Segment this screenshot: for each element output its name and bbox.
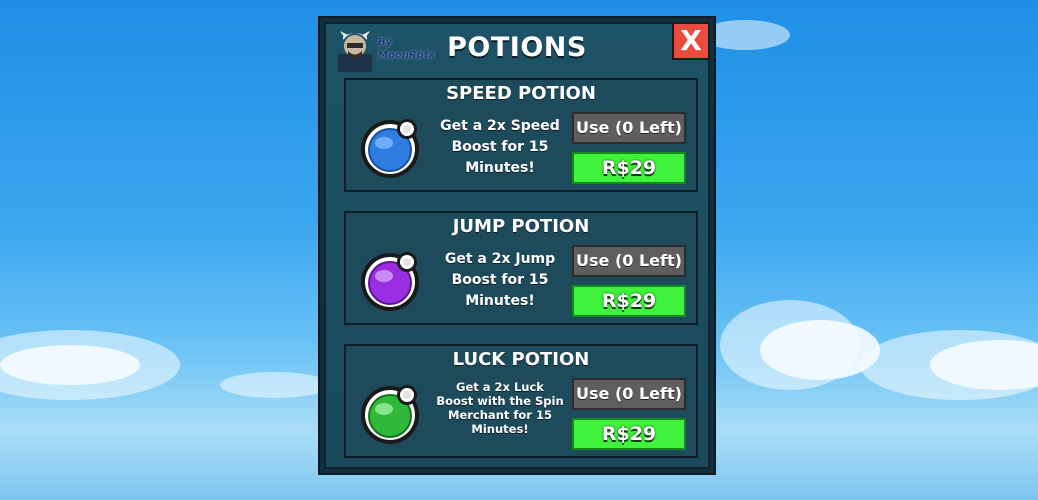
buy-potion-button[interactable]: R$29 <box>572 152 686 184</box>
buy-potion-button[interactable]: R$29 <box>572 285 686 317</box>
potion-title: LUCK POTION <box>452 349 590 370</box>
buy-potion-button[interactable]: R$29 <box>572 418 686 450</box>
blue-potion-icon <box>361 119 419 178</box>
potion-title: SPEED POTION <box>446 83 596 104</box>
use-potion-button[interactable]: Use (0 Left) <box>572 245 686 277</box>
potion-description: Get a 2x Speed Boost for 15 Minutes! <box>440 118 560 176</box>
use-potion-button[interactable]: Use (0 Left) <box>572 378 686 410</box>
potions-panel: By MoonRbtx POTIONS X SPEED POTION Get a… <box>324 22 710 469</box>
potion-description: Get a 2x Luck Boost with the Spin Mercha… <box>436 380 564 436</box>
potion-card-jump: JUMP POTION Get a 2x Jump Boost for 15 M… <box>344 211 698 325</box>
close-button[interactable]: X <box>672 22 710 60</box>
purple-potion-icon <box>361 252 419 311</box>
use-potion-button[interactable]: Use (0 Left) <box>572 112 686 144</box>
potion-card-speed: SPEED POTION Get a 2x Speed Boost for 15… <box>344 78 698 192</box>
potion-title: JUMP POTION <box>452 216 590 237</box>
potion-description: Get a 2x Jump Boost for 15 Minutes! <box>444 251 556 309</box>
window-title: POTIONS <box>447 32 587 63</box>
potions-window: By MoonRbtx POTIONS X SPEED POTION Get a… <box>318 16 716 475</box>
green-potion-icon <box>361 385 419 444</box>
potion-card-luck: LUCK POTION Get a 2x Luck Boost with the… <box>344 344 698 458</box>
